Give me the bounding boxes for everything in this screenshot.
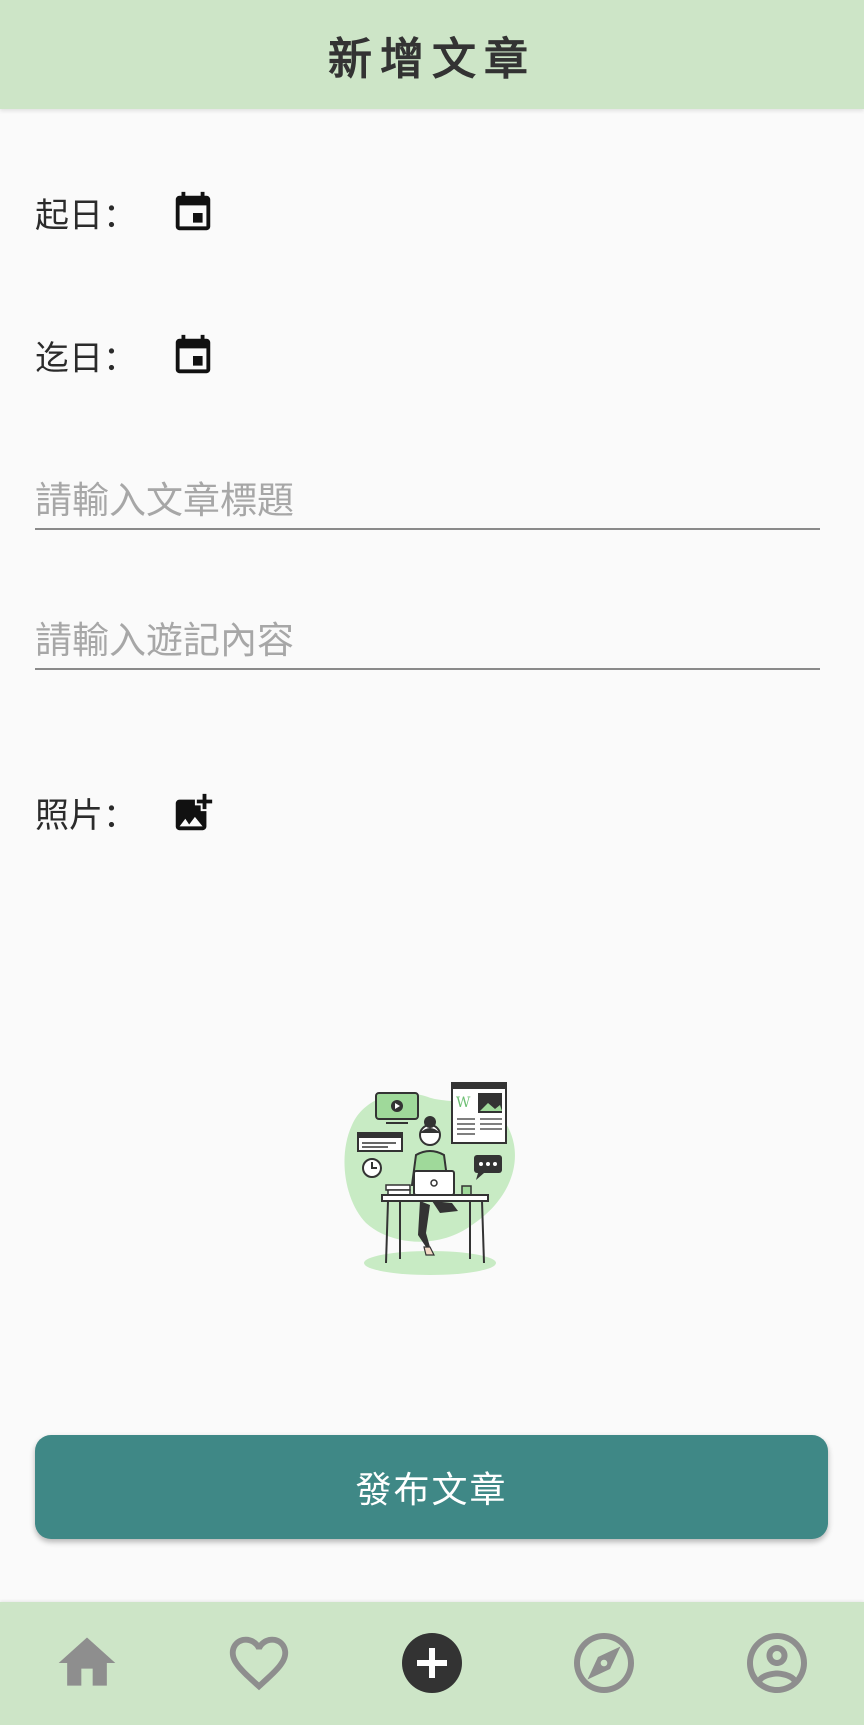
nav-explore[interactable] [567,1626,641,1700]
heart-icon [229,1636,289,1691]
publish-article-button[interactable]: 發布文章 [35,1435,828,1539]
photo-row: 照片： [35,788,216,837]
svg-text:W: W [456,1095,471,1111]
compass-icon [574,1633,634,1693]
nav-profile[interactable] [740,1626,814,1700]
article-content-input[interactable] [35,612,820,670]
page-title: 新增文章 [328,33,536,85]
account-circle-icon [747,1633,807,1693]
home-icon [58,1637,116,1686]
end-date-row: 迄日： [35,331,216,380]
photo-label: 照片： [35,796,137,836]
nav-add[interactable] [395,1626,469,1700]
top-app-bar: 新增文章 [0,0,864,109]
nav-home[interactable] [50,1626,124,1700]
app-screen: 新增文章 起日： 迄日： 照片： W [0,0,864,1725]
article-title-input[interactable] [35,472,820,530]
add-photo-icon[interactable] [170,790,216,836]
start-date-label: 起日： [35,196,137,236]
end-date-label: 迄日： [35,339,137,379]
bottom-navigation [0,1602,864,1725]
start-date-row: 起日： [35,188,216,237]
writing-woman-illustration: W [344,1082,515,1275]
nav-favorites[interactable] [222,1626,296,1700]
calendar-icon[interactable] [170,190,216,236]
calendar-icon[interactable] [170,333,216,379]
plus-circle-icon [402,1633,462,1693]
